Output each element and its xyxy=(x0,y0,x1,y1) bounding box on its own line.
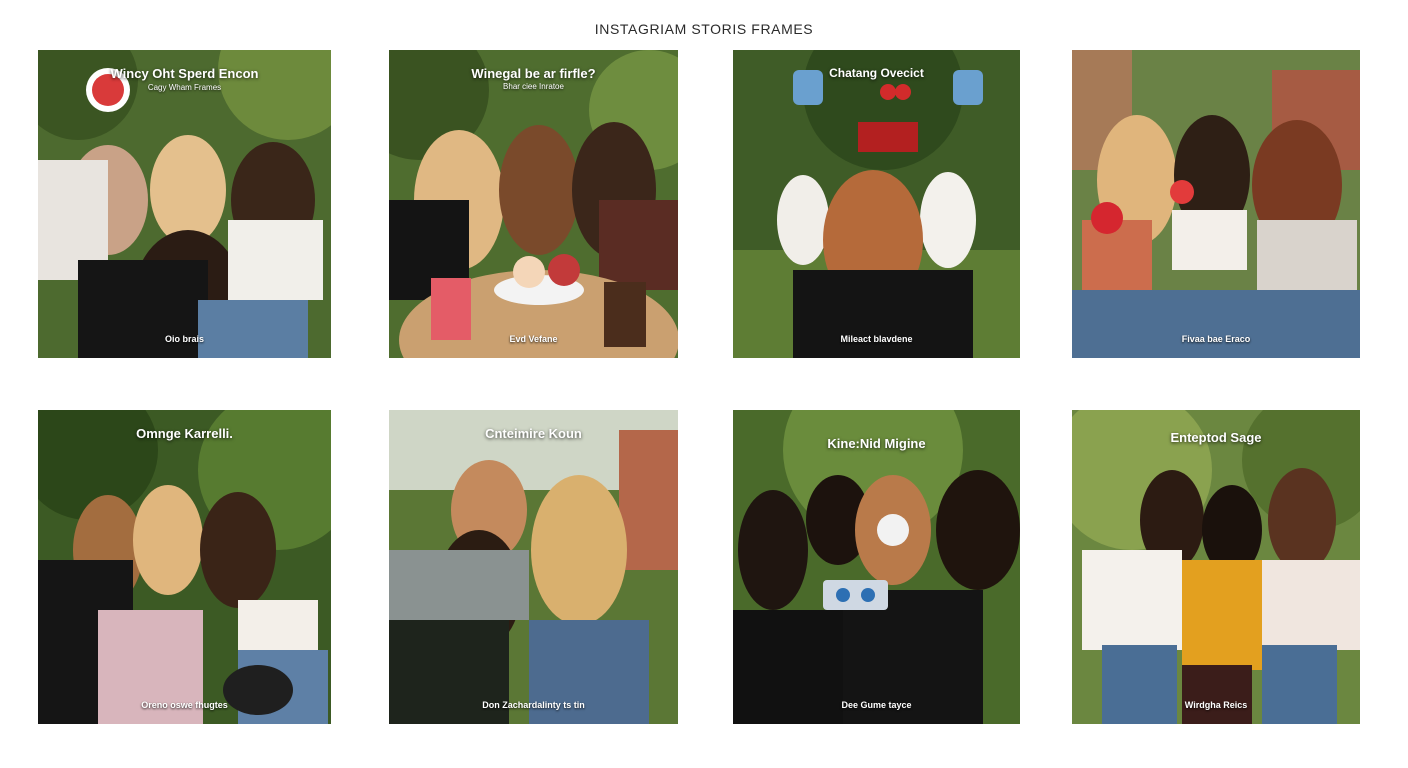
frame-photo xyxy=(733,50,1020,358)
frame-title: Enteptod Sage xyxy=(1170,430,1262,445)
frame-subtitle: Cagy Wham Frames xyxy=(147,83,222,92)
story-frame-4[interactable]: Fivaa bae Eraco xyxy=(1072,50,1360,358)
frame-caption: Fivaa bae Eraco xyxy=(1181,334,1251,344)
story-frame-5[interactable]: Omnge Karrelli. Oreno oswe fhugtes xyxy=(38,410,331,724)
story-frame-7[interactable]: Kine:Nid Migine Dee Gume tayce xyxy=(733,410,1020,724)
frame-caption: Mileact blavdene xyxy=(840,334,913,344)
frame-caption: Oreno oswe fhugtes xyxy=(141,700,228,710)
frame-title: Kine:Nid Migine xyxy=(827,436,926,451)
frame-photo xyxy=(389,50,678,358)
frame-caption: Don Zachardalinty ts tin xyxy=(482,700,585,710)
frame-title: Wincy Oht Sperd Encon xyxy=(110,66,259,81)
frame-photo xyxy=(1072,410,1360,724)
frame-photo xyxy=(38,50,331,358)
frame-photo xyxy=(1072,50,1360,358)
page-title: INSTAGRIAM STORIS FRAMES xyxy=(594,21,814,37)
frame-photo xyxy=(38,410,331,724)
story-frame-2[interactable]: Winegal be ar firfle? Bhar ciee Inratoe … xyxy=(389,50,678,358)
frame-photo xyxy=(733,410,1020,724)
story-frame-6[interactable]: Cnteimire Koun Don Zachardalinty ts tin xyxy=(389,410,678,724)
story-frame-8[interactable]: Enteptod Sage Wirdgha Reics xyxy=(1072,410,1360,724)
frame-caption: Oio brais xyxy=(164,334,204,344)
frame-title: Cnteimire Koun xyxy=(485,426,582,441)
frame-subtitle: Bhar ciee Inratoe xyxy=(503,82,564,91)
frame-caption: Dee Gume tayce xyxy=(841,700,912,710)
story-frame-1[interactable]: Wincy Oht Sperd Encon Cagy Wham Frames O… xyxy=(38,50,331,358)
frame-photo xyxy=(389,410,678,724)
frame-title: Chatang Ovecict xyxy=(829,66,924,80)
frame-title: Omnge Karrelli. xyxy=(136,426,233,441)
frame-caption: Wirdgha Reics xyxy=(1184,700,1248,710)
frame-title: Winegal be ar firfle? xyxy=(471,66,596,81)
story-frame-3[interactable]: Chatang Ovecict Mileact blavdene xyxy=(733,50,1020,358)
frame-caption: Evd Vefane xyxy=(509,334,558,344)
